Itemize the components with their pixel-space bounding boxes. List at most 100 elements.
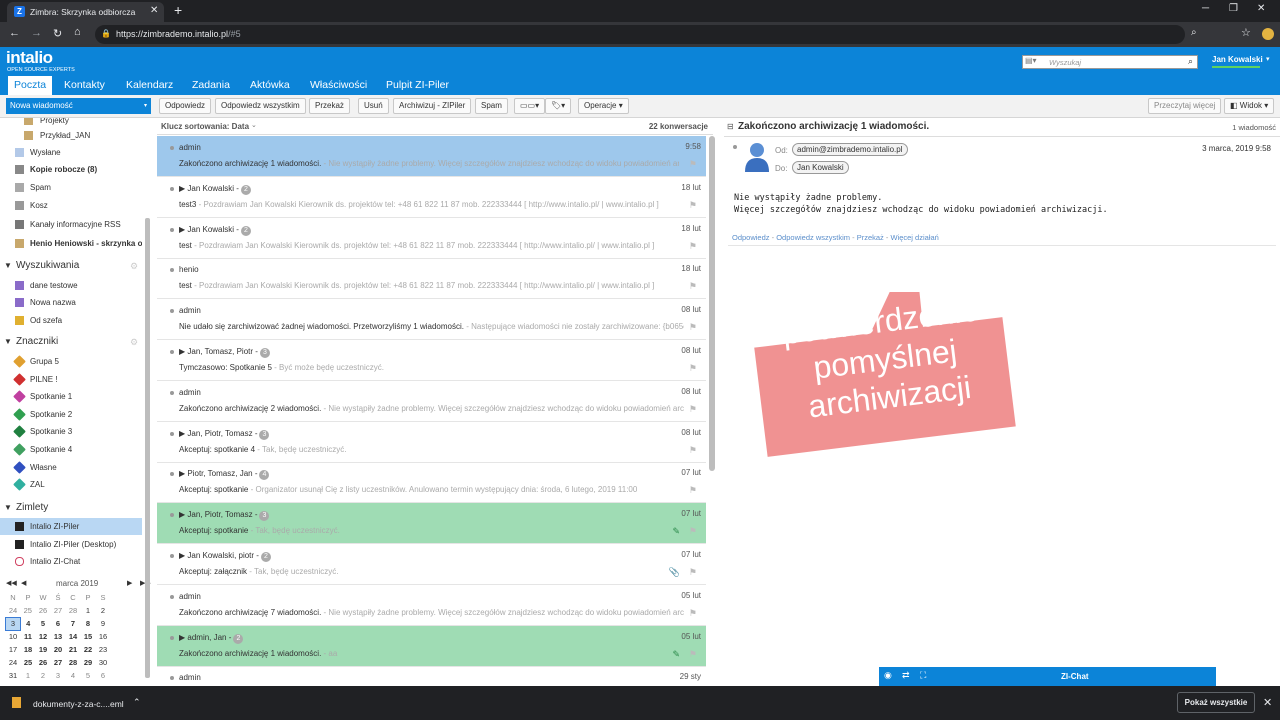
calendar-day[interactable]: 1 [21, 669, 36, 682]
calendar-day[interactable]: 18 [21, 643, 36, 656]
conversation-row[interactable]: ▶ Jan, Piotr, Tomasz -3 08 lut Akceptuj: s… [157, 422, 706, 463]
calendar-day[interactable]: 6 [96, 669, 111, 682]
tab-pulpit-zi-piler[interactable]: Pulpit ZI-Piler [380, 76, 455, 95]
tag-spotkanie-4[interactable]: Spotkanie 4 [0, 441, 142, 458]
reload-icon[interactable]: ↻ [53, 27, 62, 40]
conversation-row[interactable]: ▶ Jan Kowalski, piotr -2 07 lut Akceptuj: … [157, 544, 706, 585]
conversation-row[interactable]: admin 08 lut Nie udało się zarchiwizować ż… [157, 299, 706, 341]
calendar-day[interactable]: 7 [66, 617, 81, 630]
tag-zal[interactable]: ZAL [0, 476, 142, 493]
searches-gear-icon[interactable]: ⚙ [130, 257, 138, 275]
calendar-day[interactable]: 9 [96, 617, 111, 630]
tab-zadania[interactable]: Zadania [186, 76, 236, 95]
tag-button[interactable]: 🏷▾ [545, 98, 572, 114]
search-input[interactable]: Wyszukaj [1049, 58, 1081, 67]
forward-button[interactable]: Przekaż [309, 98, 350, 114]
profile-avatar[interactable] [1262, 28, 1274, 40]
flag-icon[interactable]: ⚑ [689, 159, 697, 170]
calendar-day[interactable]: 5 [81, 669, 96, 682]
search-box[interactable]: ▤▾ Wyszukaj ⌕ [1022, 55, 1198, 69]
archive-zipiler-button[interactable]: Archiwizuj - ZIPiler [393, 98, 472, 114]
searches-header[interactable]: ▼ Wyszukiwania ⚙ [0, 257, 142, 275]
more-actions-link[interactable]: Więcej działań [890, 233, 938, 242]
flag-icon[interactable]: ⚑ [689, 363, 697, 374]
calendar-day[interactable]: 11 [21, 630, 36, 643]
user-name[interactable]: Jan Kowalski [1212, 55, 1263, 64]
to-address-chip[interactable]: Jan Kowalski [792, 161, 849, 174]
download-menu-icon[interactable]: ⌃ [133, 697, 141, 708]
forward-icon[interactable]: → [31, 27, 42, 39]
restore-icon[interactable]: ❐ [1229, 3, 1238, 14]
calendar-day[interactable]: 1 [81, 604, 96, 617]
flag-icon[interactable]: ⚑ [689, 485, 697, 496]
close-downloads-icon[interactable]: ✕ [1263, 696, 1272, 709]
tag-spotkanie-2[interactable]: Spotkanie 2 [0, 406, 142, 423]
folder-przyklad-jan[interactable]: Przykład_JAN [0, 127, 142, 144]
operations-button[interactable]: Operacje ▾ [578, 98, 629, 114]
search-dane-testowe[interactable]: dane testowe [0, 277, 142, 294]
user-menu-icon[interactable]: ▾ [1266, 55, 1270, 63]
calendar-day[interactable]: 15 [81, 630, 96, 643]
calendar-month[interactable]: marca 2019 [56, 579, 98, 588]
read-more-button[interactable]: Przeczytaj więcej [1148, 98, 1222, 114]
flag-icon[interactable]: ⚑ [689, 649, 697, 660]
prev-month-icon[interactable]: ◀ [21, 579, 26, 587]
next-month-icon[interactable]: ▶ [127, 579, 132, 587]
flag-icon[interactable]: ⚑ [689, 567, 697, 578]
conversation-row[interactable]: admin 29 sty [157, 666, 706, 686]
folder-spam[interactable]: Spam [0, 179, 142, 196]
tab-kontakty[interactable]: Kontakty [58, 76, 111, 95]
calendar-day[interactable]: 8 [81, 617, 96, 630]
calendar-day[interactable]: 19 [36, 643, 51, 656]
zimlets-header[interactable]: ▼ Zimlety [0, 499, 142, 517]
calendar-day[interactable]: 14 [66, 630, 81, 643]
reply-link[interactable]: Odpowiedz [732, 233, 770, 242]
folder-rss[interactable]: Kanały informacyjne RSS [0, 216, 142, 233]
conversation-row[interactable]: ▶ Jan Kowalski -2 18 lut test3 - Pozdrawia… [157, 177, 706, 218]
flag-icon[interactable]: ⚑ [689, 404, 697, 415]
url-field[interactable]: 🔒 https://zimbrademo.intalio.pl/#5 [95, 25, 1185, 44]
tags-gear-icon[interactable]: ⚙ [130, 333, 138, 351]
reply-all-button[interactable]: Odpowiedz wszystkim [215, 98, 306, 114]
folder-kopie-robocze[interactable]: Kopie robocze (8) [0, 161, 142, 178]
calendar-day[interactable]: 27 [51, 656, 66, 669]
zi-chat-bar[interactable]: ◉ ⇄ ⛶ ZI-Chat [879, 667, 1216, 686]
conversation-row[interactable]: ▶ Jan, Piotr, Tomasz -3 07 lut Akceptuj: s… [157, 503, 706, 545]
chat-hide-icon[interactable]: ◉ [884, 670, 892, 681]
search-icon[interactable]: ⌕ [1188, 56, 1193, 67]
prev-year-icon[interactable]: ◀◀ [6, 579, 17, 587]
calendar-day[interactable]: 6 [51, 617, 66, 630]
conversation-row[interactable]: henio 18 lut test - Pozdrawiam Jan Kowalsk… [157, 258, 706, 300]
back-icon[interactable]: ← [9, 27, 20, 39]
flag-icon[interactable]: ⚑ [689, 526, 697, 537]
calendar-day[interactable]: 3 [51, 669, 66, 682]
calendar-day[interactable]: 21 [66, 643, 81, 656]
reply-button[interactable]: Odpowiedz [159, 98, 212, 114]
calendar-day[interactable]: 4 [21, 617, 36, 630]
conversation-row[interactable]: ▶ admin, Jan -2 05 lut Zakończono archiwiz… [157, 625, 706, 667]
folder-henio-shared[interactable]: Henio Heniowski - skrzynka o [0, 235, 142, 252]
tab-close-icon[interactable]: ✕ [150, 5, 158, 16]
sort-arrow-icon[interactable]: ⌄ [251, 121, 257, 129]
calendar-day[interactable]: 23 [96, 643, 111, 656]
tags-header[interactable]: ▼ Znaczniki ⚙ [0, 333, 142, 351]
calendar-day[interactable]: 25 [21, 656, 36, 669]
calendar-day[interactable]: 24 [6, 604, 21, 617]
view-button[interactable]: ◧ Widok ▾ [1224, 98, 1275, 114]
forward-link[interactable]: Przekaż [857, 233, 884, 242]
conversation-row[interactable]: admin 08 lut Zakończono archiwizację 2 wia… [157, 381, 706, 422]
tag-spotkanie-3[interactable]: Spotkanie 3 [0, 423, 142, 440]
zimlet-zi-piler-desktop[interactable]: Intalio ZI-Piler (Desktop) [0, 536, 142, 553]
zoom-icon[interactable]: ⌕ [1191, 27, 1197, 38]
home-icon[interactable]: ⌂ [74, 26, 81, 38]
tab-wlasciwosci[interactable]: Właściwości [304, 76, 373, 95]
flag-icon[interactable]: ⚑ [689, 281, 697, 292]
zimlet-zi-chat[interactable]: Intalio ZI-Chat [0, 553, 142, 570]
calendar-day[interactable]: 13 [51, 630, 66, 643]
tab-kalendarz[interactable]: Kalendarz [120, 76, 179, 95]
calendar-day[interactable]: 5 [36, 617, 51, 630]
tag-wlasne[interactable]: Własne [0, 459, 142, 476]
calendar-day[interactable]: 4 [66, 669, 81, 682]
calendar-day[interactable]: 17 [6, 643, 21, 656]
bookmark-icon[interactable]: ☆ [1241, 26, 1251, 39]
